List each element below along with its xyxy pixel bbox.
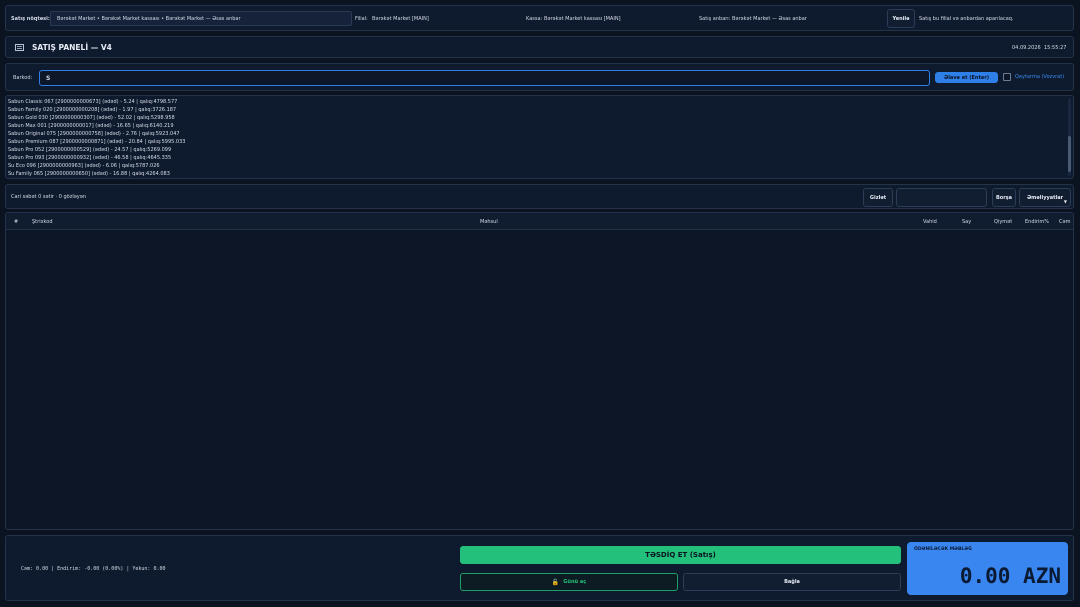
- branch-value: Bərəkət Market [MAIN]: [372, 16, 429, 22]
- point-select[interactable]: Bərəkət Market • Bərəkət Market kassası …: [50, 11, 352, 26]
- suggestion-list: Sabun Classic 067 [2900000000673] (ədəd)…: [5, 95, 1074, 179]
- point-label: Satış nöqtəsi:: [11, 16, 50, 22]
- col-product: Məhsul: [480, 219, 498, 225]
- return-button[interactable]: Borşa: [992, 188, 1016, 207]
- total-amount: 0.00 AZN: [959, 564, 1061, 588]
- barcode-input-value: S: [46, 75, 51, 82]
- list-item[interactable]: Sabun Max 001 [2900000000017] (ədəd) - 1…: [8, 122, 1063, 130]
- suggestion-items: Sabun Classic 067 [2900000000673] (ədəd)…: [8, 98, 1063, 178]
- list-item[interactable]: Sabun Original 075 [2900000000758] (ədəd…: [8, 130, 1063, 138]
- close-button[interactable]: Bağla: [683, 573, 901, 591]
- barcode-row: Barkod: S Əlavə et (Enter) Qaytarma (Voz…: [5, 63, 1074, 91]
- cart-table: # Ştrixkod Məhsul Vahid Say Qiymət Endir…: [5, 212, 1074, 530]
- open-shift-button[interactable]: 🔓 Günü aç: [460, 573, 678, 591]
- cart-status: Cari səbət 0 sətir · 0 gözləyən: [11, 194, 86, 200]
- return-checkbox[interactable]: [1003, 73, 1011, 81]
- list-item[interactable]: Su Family 065 [2900000000650] (ədəd) - 1…: [8, 170, 1063, 178]
- register-icon: [15, 44, 24, 51]
- chevron-down-icon: ▼: [1063, 199, 1067, 204]
- kassa-value: Bərəkət Market kassası [MAIN]: [544, 16, 621, 22]
- branch-label: Filial:: [355, 16, 368, 22]
- add-button[interactable]: Əlavə et (Enter): [935, 72, 998, 83]
- header-date: 04.09.2026: [1012, 45, 1041, 51]
- total-label: ÖDƏNİLƏCƏK MƏBLƏĞ: [914, 547, 972, 552]
- list-item[interactable]: Sabun Classic 067 [2900000000673] (ədəd)…: [8, 98, 1063, 106]
- col-total: Cəm: [1059, 219, 1071, 225]
- list-item[interactable]: Sabun Gold 030 [2900000000307] (ədəd) - …: [8, 114, 1063, 122]
- hold-input[interactable]: [896, 188, 987, 207]
- hold-button[interactable]: Gizlət: [863, 188, 893, 207]
- list-item[interactable]: Sabun Premium 087 [2900000000871] (ədəd)…: [8, 138, 1063, 146]
- list-item[interactable]: Sabun Pro 093 [2900000000932] (ədəd) - 4…: [8, 154, 1063, 162]
- suggestion-scrollbar[interactable]: [1068, 98, 1071, 176]
- warehouse-value: Bərəkət Market — Əsas anbar: [732, 16, 807, 22]
- total-box: ÖDƏNİLƏCƏK MƏBLƏĞ 0.00 AZN: [907, 542, 1068, 595]
- open-shift-label: Günü aç: [563, 579, 587, 585]
- col-price: Qiymət: [994, 219, 1013, 225]
- cart-bar: Cari səbət 0 sətir · 0 gözləyən Gizlət B…: [5, 184, 1074, 209]
- suggestion-scroll-thumb[interactable]: [1068, 136, 1071, 172]
- col-index: #: [14, 219, 19, 225]
- operations-button[interactable]: Əməliyyatlar ▼: [1019, 188, 1071, 207]
- footer-bar: Cəm: 0.00 | Endirim: -0.00 (0.00%) | Yek…: [5, 535, 1074, 601]
- unlock-icon: 🔓: [551, 578, 560, 586]
- top-bar: Satış nöqtəsi: Bərəkət Market • Bərəkət …: [5, 5, 1074, 31]
- refresh-button[interactable]: Yenilə: [887, 9, 915, 28]
- header-bar: SATIŞ PANELİ — V4 04.09.2026 15:55:27: [5, 36, 1074, 58]
- list-item[interactable]: Sabun Pro 052 [2900000000529] (ədəd) - 2…: [8, 146, 1063, 154]
- kassa-label: Kassa:: [526, 16, 543, 22]
- col-unit: Vahid: [923, 219, 937, 225]
- page-title: SATIŞ PANELİ — V4: [32, 43, 112, 52]
- totals-summary: Cəm: 0.00 | Endirim: -0.00 (0.00%) | Yek…: [21, 566, 166, 572]
- confirm-button[interactable]: TƏSDİQ ET (Satış): [460, 546, 901, 564]
- table-header: # Ştrixkod Məhsul Vahid Say Qiymət Endir…: [6, 213, 1073, 230]
- col-discount: Endirim%: [1025, 219, 1049, 225]
- col-barcode: Ştrixkod: [32, 219, 53, 225]
- point-select-value: Bərəkət Market • Bərəkət Market kassası …: [57, 16, 241, 22]
- list-item[interactable]: Sabun Family 020 [2900000000208] (ədəd) …: [8, 106, 1063, 114]
- warehouse-label: Satış anbarı:: [699, 16, 731, 22]
- col-qty: Say: [962, 219, 972, 225]
- barcode-input[interactable]: S: [39, 70, 930, 86]
- operations-button-label: Əməliyyatlar: [1026, 194, 1064, 201]
- barcode-label: Barkod:: [13, 75, 33, 81]
- return-checkbox-label[interactable]: Qaytarma (Vozvrat): [1015, 74, 1064, 80]
- top-hint: Satış bu filial və anbardan aparılacaq.: [919, 16, 1014, 22]
- header-time: 15:55:27: [1044, 45, 1067, 51]
- list-item[interactable]: Su Eco 096 [2900000000963] (ədəd) - 6.06…: [8, 162, 1063, 170]
